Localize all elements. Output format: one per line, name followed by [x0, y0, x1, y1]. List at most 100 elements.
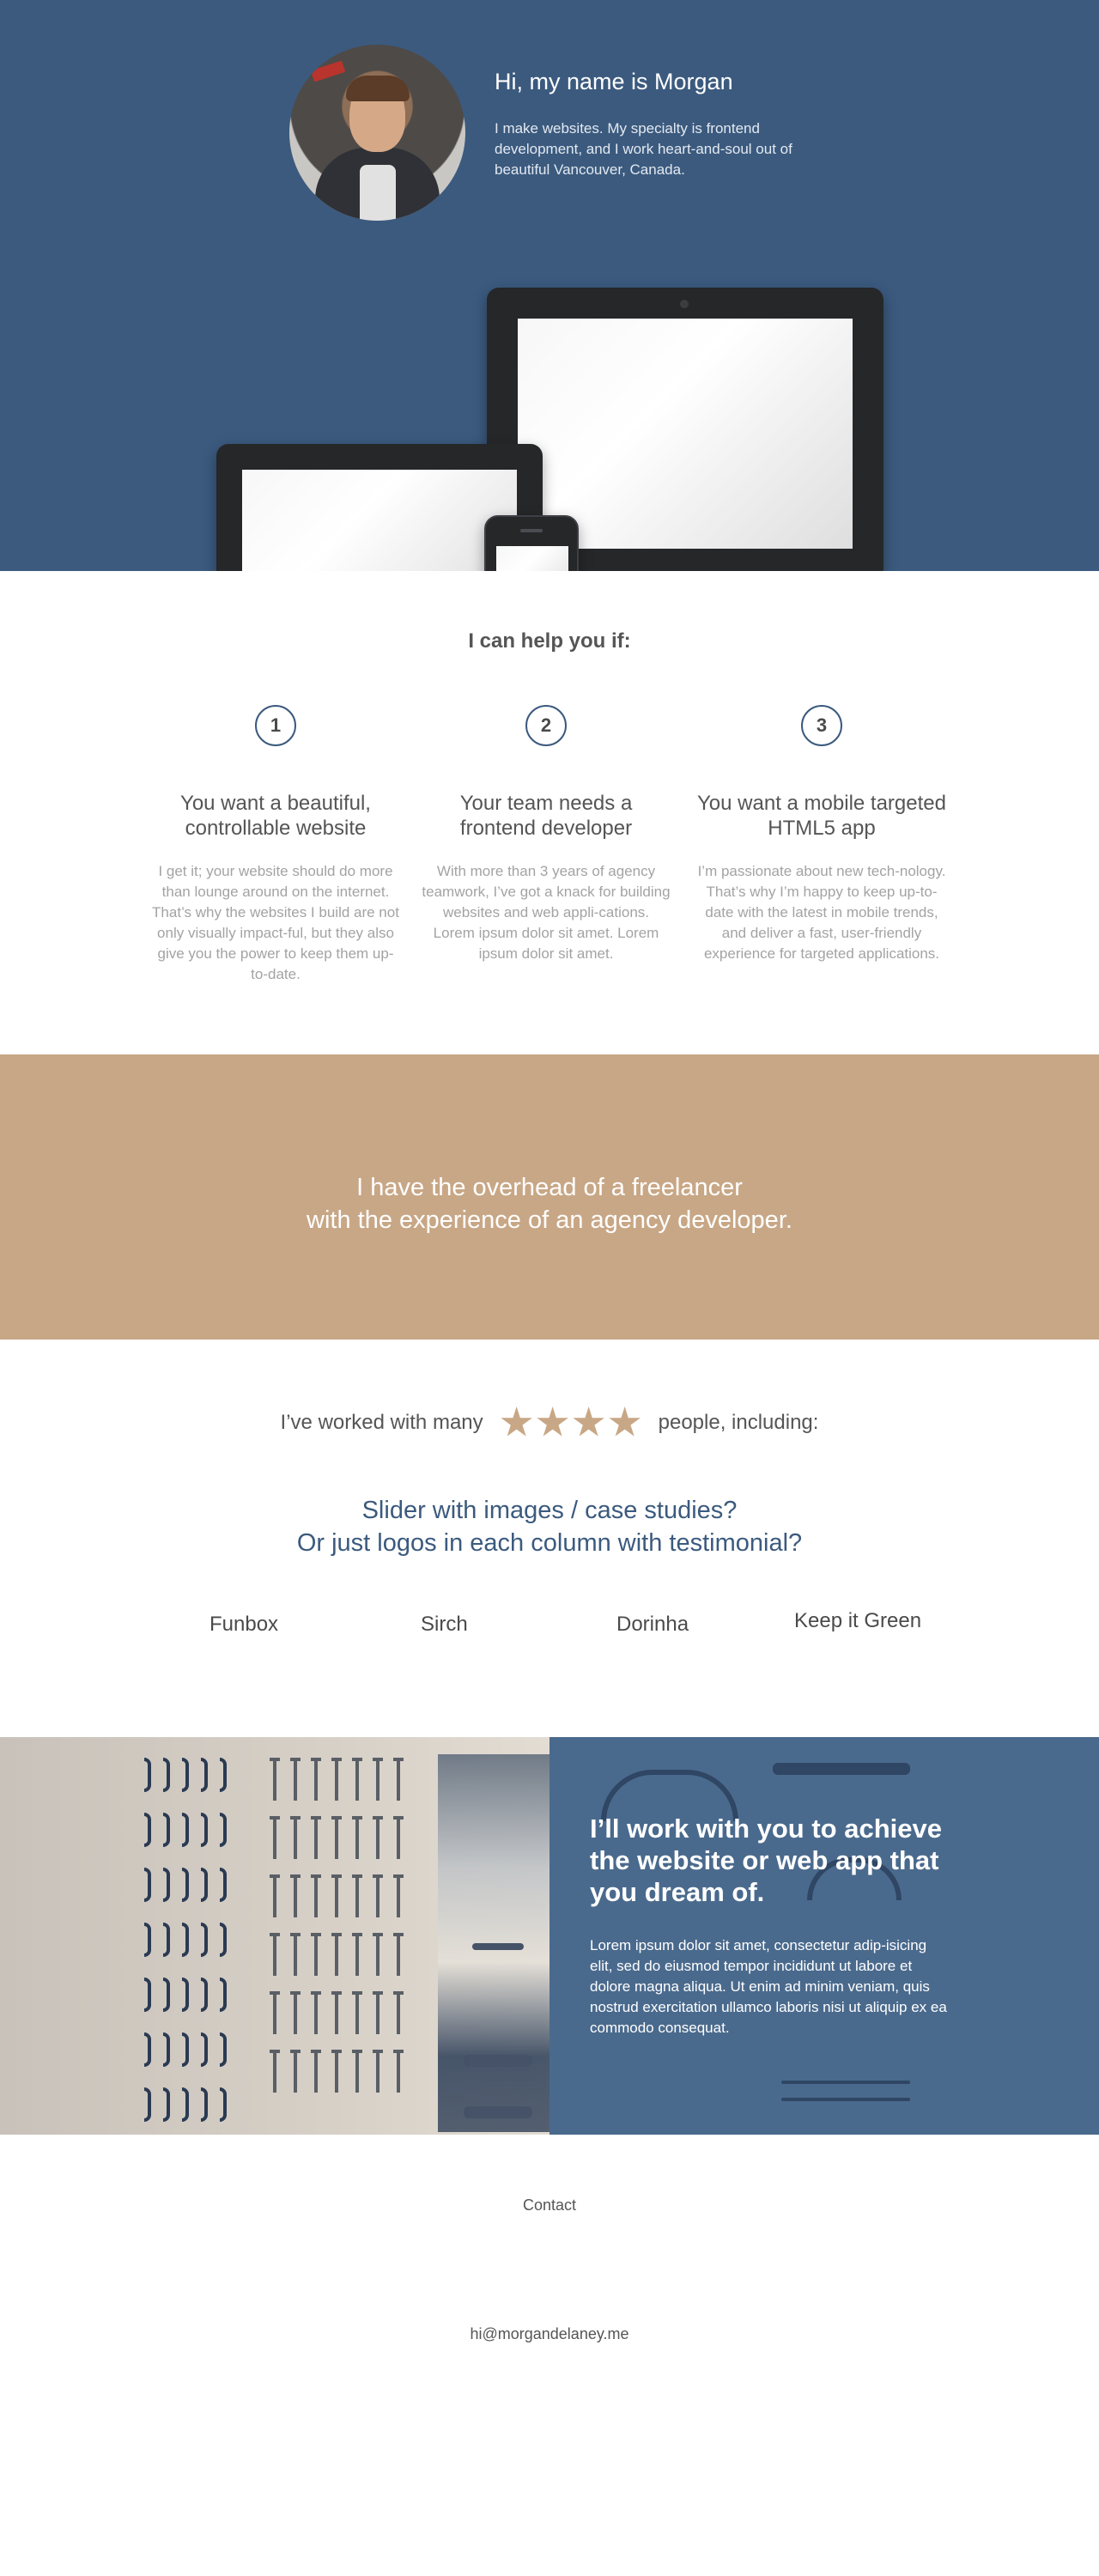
hook-icon: [220, 1813, 227, 1847]
hook-row: [144, 1868, 239, 1905]
peg-icon: [311, 2050, 321, 2093]
peg-icon: [393, 2050, 404, 2093]
peg-icon: [352, 1991, 362, 2034]
peg-icon: [393, 1758, 404, 1801]
phone-speaker: [520, 529, 543, 532]
peg-icon: [270, 1758, 280, 1801]
tool-bar: [773, 1763, 910, 1775]
peg-icon: [331, 1991, 342, 2034]
help-column-text: With more than 3 years of agency teamwor…: [422, 863, 671, 962]
help-column-title: You want a mobile targeted HTML5 app: [697, 792, 946, 840]
tablet-camera: [680, 300, 689, 308]
star-icon: [537, 1406, 568, 1437]
slider-question: Slider with images / case studies? Or ju…: [0, 1494, 1099, 1559]
photo-shirt: [360, 165, 396, 221]
hook-icon: [144, 2032, 151, 2067]
hook-icon: [144, 1813, 151, 1847]
help-column-2: 2 Your team needs a frontend developer W…: [422, 705, 671, 964]
peg-icon: [352, 1933, 362, 1976]
hook-icon: [220, 1868, 227, 1902]
band-line-2: with the experience of an agency develop…: [307, 1206, 792, 1234]
peg-icon: [311, 1758, 321, 1801]
hook-icon: [163, 1923, 170, 1957]
help-heading: I can help you if:: [468, 629, 631, 653]
hook-icon: [182, 1978, 189, 2012]
hook-icon: [182, 2087, 189, 2122]
peg-icon: [270, 1933, 280, 1976]
typewriter-bar: [472, 1943, 524, 1950]
contact-section: Contact hi@morgandelaney.me: [0, 2135, 1099, 2576]
hook-icon: [201, 2087, 208, 2122]
hook-icon: [220, 1978, 227, 2012]
peg-icon: [311, 1816, 321, 1859]
phone-screen: [496, 546, 568, 571]
tablet-screen: [518, 319, 853, 549]
work-together-text: Lorem ipsum dolor sit amet, consectetur …: [590, 1937, 947, 2036]
hook-icon: [220, 2032, 227, 2067]
slider-question-line-1: Slider with images / case studies?: [361, 1497, 738, 1524]
hook-icon: [201, 1868, 208, 1902]
help-column-title: Your team needs a frontend developer: [459, 792, 633, 840]
help-column-text: I get it; your website should do more th…: [152, 863, 399, 982]
peg-icon: [311, 1933, 321, 1976]
hook-icon: [220, 1758, 227, 1792]
peg-row: [270, 1933, 410, 1978]
hook-icon: [201, 1978, 208, 2012]
peg-icon: [373, 1991, 383, 2034]
peg-icon: [290, 1816, 301, 1859]
exit-sign: [310, 60, 346, 82]
help-column-3: 3 You want a mobile targeted HTML5 app I…: [697, 705, 946, 964]
client-dorinha[interactable]: Dorinha: [616, 1613, 689, 1637]
peg-row: [270, 1816, 410, 1861]
worked-with-prefix: I’ve worked with many: [280, 1411, 483, 1434]
peg-icon: [352, 1816, 362, 1859]
hook-icon: [220, 1923, 227, 1957]
peg-icon: [393, 1816, 404, 1859]
hook-row: [144, 2032, 239, 2070]
photo-hair: [346, 76, 410, 101]
star-icon: [573, 1406, 604, 1437]
step-number-circle: 2: [525, 705, 567, 746]
help-column-1: 1 You want a beautiful, controllable web…: [151, 705, 400, 985]
hook-icon: [182, 1758, 189, 1792]
hook-row: [144, 1923, 239, 1960]
hero-section: Hi, my name is Morgan I make websites. M…: [0, 0, 1099, 571]
phone-illustration: [484, 515, 579, 571]
hook-icon: [182, 2032, 189, 2067]
peg-icon: [373, 1933, 383, 1976]
typewriter-key-row: [464, 2106, 532, 2118]
step-number-circle: 3: [801, 705, 842, 746]
peg-icon: [270, 2050, 280, 2093]
client-sirch[interactable]: Sirch: [421, 1613, 468, 1637]
client-keep-it-green[interactable]: Keep it Green: [794, 1609, 921, 1633]
hero-intro-text: I make websites. My specialty is fronten…: [495, 120, 792, 178]
tool-rod: [781, 2081, 910, 2084]
hook-icon: [163, 1978, 170, 2012]
email-link[interactable]: hi@morgandelaney.me: [0, 2325, 1099, 2343]
work-together-section: I’ll work with you to achieve the websit…: [0, 1737, 1099, 2135]
star-rating: [501, 1406, 641, 1439]
client-funbox[interactable]: Funbox: [209, 1613, 278, 1637]
peg-icon: [270, 1874, 280, 1917]
hook-row: [144, 1813, 239, 1850]
band-line-1: I have the overhead of a freelancer: [356, 1174, 743, 1201]
peg-row: [270, 2050, 410, 2094]
contact-link[interactable]: Contact: [0, 2196, 1099, 2215]
hook-icon: [182, 1813, 189, 1847]
peg-icon: [352, 1758, 362, 1801]
peg-icon: [373, 1758, 383, 1801]
hook-icon: [144, 1868, 151, 1902]
help-column-title: You want a beautiful, controllable websi…: [180, 792, 371, 840]
hook-icon: [182, 1868, 189, 1902]
peg-icon: [331, 1874, 342, 1917]
hook-icon: [163, 2032, 170, 2067]
peg-icon: [331, 2050, 342, 2093]
hook-icon: [201, 1758, 208, 1792]
peg-icon: [290, 1933, 301, 1976]
peg-icon: [290, 2050, 301, 2093]
peg-icon: [290, 1758, 301, 1801]
hook-icon: [163, 1868, 170, 1902]
peg-icon: [270, 1991, 280, 2034]
hook-icon: [144, 1758, 151, 1792]
peg-icon: [331, 1758, 342, 1801]
